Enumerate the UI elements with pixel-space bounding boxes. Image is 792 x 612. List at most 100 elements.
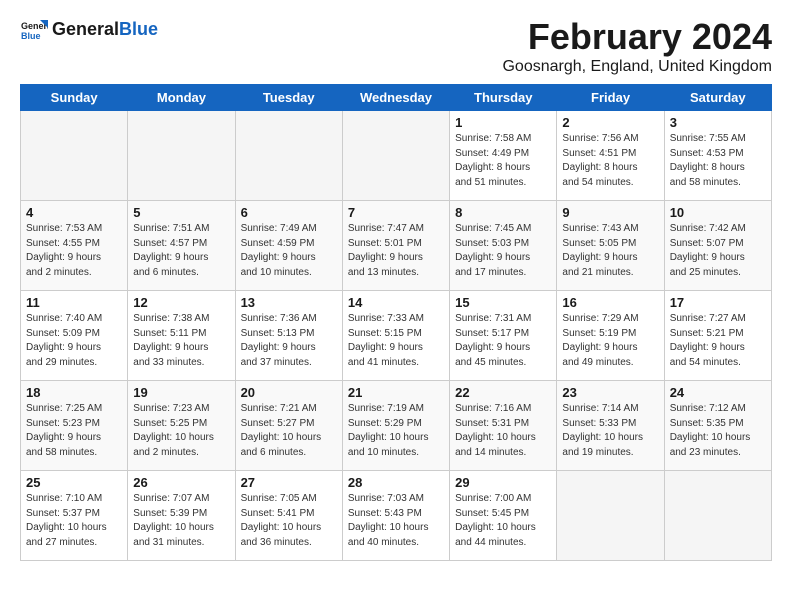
day-info: Sunrise: 7:05 AM Sunset: 5:41 PM Dayligh…	[241, 492, 337, 550]
calendar-cell: 15Sunrise: 7:31 AM Sunset: 5:17 PM Dayli…	[450, 291, 557, 381]
calendar-cell: 23Sunrise: 7:14 AM Sunset: 5:33 PM Dayli…	[557, 381, 664, 471]
day-info: Sunrise: 7:29 AM Sunset: 5:19 PM Dayligh…	[562, 312, 658, 370]
day-info: Sunrise: 7:40 AM Sunset: 5:09 PM Dayligh…	[26, 312, 122, 370]
header-tuesday: Tuesday	[235, 85, 342, 111]
location-title: Goosnargh, England, United Kingdom	[502, 58, 772, 76]
calendar-cell: 17Sunrise: 7:27 AM Sunset: 5:21 PM Dayli…	[664, 291, 771, 381]
logo: General Blue GeneralBlue	[20, 16, 158, 44]
day-number: 9	[562, 205, 658, 220]
header-monday: Monday	[128, 85, 235, 111]
calendar-cell	[557, 471, 664, 561]
calendar-cell: 4 Sunrise: 7:53 AM Sunset: 4:55 PM Daylig…	[21, 201, 128, 291]
calendar-cell: 20 Sunrise: 7:21 AM Sunset: 5:27 PM Dayli…	[235, 381, 342, 471]
calendar-cell: 14 Sunrise: 7:33 AM Sunset: 5:15 PM Dayli…	[342, 291, 449, 381]
day-info: Sunrise: 7:53 AM Sunset: 4:55 PM Dayligh…	[26, 222, 122, 280]
calendar-table: SundayMondayTuesdayWednesdayThursdayFrid…	[20, 84, 772, 561]
day-info: Sunrise: 7:42 AM Sunset: 5:07 PM Dayligh…	[670, 222, 766, 280]
calendar-week-row: 1Sunrise: 7:58 AM Sunset: 4:49 PM Daylig…	[21, 111, 772, 201]
day-info: Sunrise: 7:45 AM Sunset: 5:03 PM Dayligh…	[455, 222, 551, 280]
logo-general: General	[52, 19, 119, 39]
day-info: Sunrise: 7:27 AM Sunset: 5:21 PM Dayligh…	[670, 312, 766, 370]
day-number: 26	[133, 475, 229, 490]
calendar-cell: 29 Sunrise: 7:00 AM Sunset: 5:45 PM Dayli…	[450, 471, 557, 561]
day-number: 25	[26, 475, 122, 490]
day-info: Sunrise: 7:56 AM Sunset: 4:51 PM Dayligh…	[562, 132, 658, 190]
day-info: Sunrise: 7:03 AM Sunset: 5:43 PM Dayligh…	[348, 492, 444, 550]
day-number: 22	[455, 385, 551, 400]
calendar-cell: 19Sunrise: 7:23 AM Sunset: 5:25 PM Dayli…	[128, 381, 235, 471]
day-info: Sunrise: 7:49 AM Sunset: 4:59 PM Dayligh…	[241, 222, 337, 280]
calendar-cell	[128, 111, 235, 201]
day-info: Sunrise: 7:47 AM Sunset: 5:01 PM Dayligh…	[348, 222, 444, 280]
calendar-cell: 18 Sunrise: 7:25 AM Sunset: 5:23 PM Dayli…	[21, 381, 128, 471]
calendar-cell: 12 Sunrise: 7:38 AM Sunset: 5:11 PM Dayli…	[128, 291, 235, 381]
calendar-cell: 24 Sunrise: 7:12 AM Sunset: 5:35 PM Dayli…	[664, 381, 771, 471]
day-info: Sunrise: 7:55 AM Sunset: 4:53 PM Dayligh…	[670, 132, 766, 190]
calendar-header-row: SundayMondayTuesdayWednesdayThursdayFrid…	[21, 85, 772, 111]
day-number: 21	[348, 385, 444, 400]
calendar-cell: 8 Sunrise: 7:45 AM Sunset: 5:03 PM Daylig…	[450, 201, 557, 291]
day-number: 20	[241, 385, 337, 400]
day-number: 8	[455, 205, 551, 220]
day-number: 18	[26, 385, 122, 400]
day-info: Sunrise: 7:23 AM Sunset: 5:25 PM Dayligh…	[133, 402, 229, 460]
header-wednesday: Wednesday	[342, 85, 449, 111]
day-info: Sunrise: 7:12 AM Sunset: 5:35 PM Dayligh…	[670, 402, 766, 460]
day-info: Sunrise: 7:19 AM Sunset: 5:29 PM Dayligh…	[348, 402, 444, 460]
day-number: 4	[26, 205, 122, 220]
day-number: 12	[133, 295, 229, 310]
day-info: Sunrise: 7:51 AM Sunset: 4:57 PM Dayligh…	[133, 222, 229, 280]
calendar-cell: 21 Sunrise: 7:19 AM Sunset: 5:29 PM Dayli…	[342, 381, 449, 471]
month-title: February 2024	[502, 16, 772, 58]
day-info: Sunrise: 7:38 AM Sunset: 5:11 PM Dayligh…	[133, 312, 229, 370]
header-saturday: Saturday	[664, 85, 771, 111]
day-number: 24	[670, 385, 766, 400]
day-number: 16	[562, 295, 658, 310]
day-number: 3	[670, 115, 766, 130]
day-number: 13	[241, 295, 337, 310]
calendar-cell	[21, 111, 128, 201]
day-number: 29	[455, 475, 551, 490]
calendar-cell: 9 Sunrise: 7:43 AM Sunset: 5:05 PM Daylig…	[557, 201, 664, 291]
calendar-cell: 22 Sunrise: 7:16 AM Sunset: 5:31 PM Dayli…	[450, 381, 557, 471]
calendar-cell: 3 Sunrise: 7:55 AM Sunset: 4:53 PM Daylig…	[664, 111, 771, 201]
calendar-cell: 6 Sunrise: 7:49 AM Sunset: 4:59 PM Daylig…	[235, 201, 342, 291]
day-number: 14	[348, 295, 444, 310]
day-info: Sunrise: 7:10 AM Sunset: 5:37 PM Dayligh…	[26, 492, 122, 550]
day-number: 23	[562, 385, 658, 400]
calendar-cell	[235, 111, 342, 201]
logo-blue: Blue	[119, 19, 158, 39]
day-number: 10	[670, 205, 766, 220]
calendar-cell: 1Sunrise: 7:58 AM Sunset: 4:49 PM Daylig…	[450, 111, 557, 201]
day-number: 27	[241, 475, 337, 490]
calendar-cell: 25 Sunrise: 7:10 AM Sunset: 5:37 PM Dayli…	[21, 471, 128, 561]
header-sunday: Sunday	[21, 85, 128, 111]
logo-icon: General Blue	[20, 16, 48, 44]
svg-text:Blue: Blue	[21, 31, 41, 41]
calendar-week-row: 25 Sunrise: 7:10 AM Sunset: 5:37 PM Dayli…	[21, 471, 772, 561]
calendar-cell	[342, 111, 449, 201]
day-info: Sunrise: 7:25 AM Sunset: 5:23 PM Dayligh…	[26, 402, 122, 460]
day-info: Sunrise: 7:16 AM Sunset: 5:31 PM Dayligh…	[455, 402, 551, 460]
day-number: 5	[133, 205, 229, 220]
calendar-cell: 11 Sunrise: 7:40 AM Sunset: 5:09 PM Dayli…	[21, 291, 128, 381]
day-number: 11	[26, 295, 122, 310]
calendar-cell: 10 Sunrise: 7:42 AM Sunset: 5:07 PM Dayli…	[664, 201, 771, 291]
calendar-cell	[664, 471, 771, 561]
day-number: 6	[241, 205, 337, 220]
day-info: Sunrise: 7:58 AM Sunset: 4:49 PM Dayligh…	[455, 132, 551, 190]
calendar-cell: 28 Sunrise: 7:03 AM Sunset: 5:43 PM Dayli…	[342, 471, 449, 561]
calendar-week-row: 11 Sunrise: 7:40 AM Sunset: 5:09 PM Dayli…	[21, 291, 772, 381]
day-number: 15	[455, 295, 551, 310]
day-info: Sunrise: 7:21 AM Sunset: 5:27 PM Dayligh…	[241, 402, 337, 460]
calendar-cell: 13Sunrise: 7:36 AM Sunset: 5:13 PM Dayli…	[235, 291, 342, 381]
day-info: Sunrise: 7:33 AM Sunset: 5:15 PM Dayligh…	[348, 312, 444, 370]
calendar-cell: 5 Sunrise: 7:51 AM Sunset: 4:57 PM Daylig…	[128, 201, 235, 291]
day-number: 28	[348, 475, 444, 490]
day-number: 2	[562, 115, 658, 130]
day-info: Sunrise: 7:07 AM Sunset: 5:39 PM Dayligh…	[133, 492, 229, 550]
header-thursday: Thursday	[450, 85, 557, 111]
day-info: Sunrise: 7:00 AM Sunset: 5:45 PM Dayligh…	[455, 492, 551, 550]
calendar-cell: 2 Sunrise: 7:56 AM Sunset: 4:51 PM Daylig…	[557, 111, 664, 201]
day-info: Sunrise: 7:43 AM Sunset: 5:05 PM Dayligh…	[562, 222, 658, 280]
